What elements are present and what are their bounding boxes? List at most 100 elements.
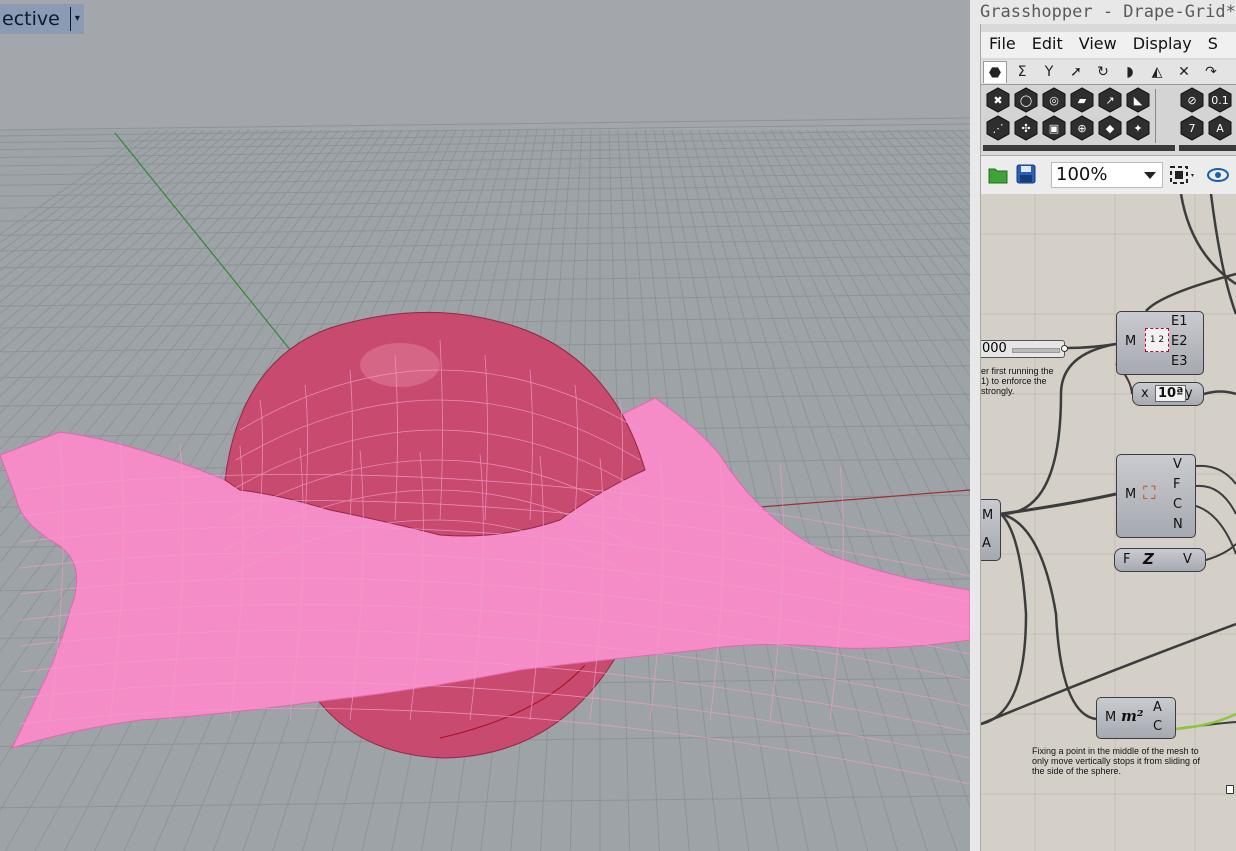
deconstruct-mesh-icon: ⛶	[1143, 483, 1156, 504]
param-curve-icon[interactable]: ◎	[1041, 87, 1067, 113]
svg-text:⊕: ⊕	[1077, 122, 1086, 135]
curve-tab-icon[interactable]: ↻	[1091, 61, 1115, 83]
svg-text:✦: ✦	[1133, 122, 1142, 135]
wire[interactable]	[1195, 464, 1236, 485]
save-file-icon[interactable]	[1015, 163, 1037, 185]
svg-text:▰: ▰	[1078, 94, 1087, 107]
output-m-label: M	[982, 508, 994, 523]
params-tab-icon[interactable]: ⬣	[983, 61, 1007, 83]
slider-output-port[interactable]	[1061, 345, 1068, 352]
zoom-dropdown[interactable]: 100%	[1051, 162, 1163, 188]
chevron-down-icon	[1144, 172, 1156, 179]
slider-track[interactable]	[1012, 348, 1060, 353]
gh-canvas[interactable]: 000 er first running the 1) to enforce t…	[981, 194, 1236, 851]
output-n-label: N	[1173, 517, 1183, 532]
component-tabs: ⬣ Σ Y ➚ ↻ ◗ ◭ ✕ ↷	[981, 60, 1236, 84]
wire[interactable]	[1000, 492, 1117, 516]
param-group-icon[interactable]: ✦	[1125, 115, 1151, 141]
svg-text:⋰: ⋰	[993, 122, 1004, 135]
param-arc-icon[interactable]: ◣	[1125, 87, 1151, 113]
param-box-icon[interactable]: ✖	[985, 87, 1011, 113]
output-v-label: V	[1183, 552, 1192, 567]
param-boolean-icon[interactable]: ⊘	[1179, 87, 1205, 113]
wire[interactable]	[1195, 505, 1236, 555]
mesh-area-icon: m²	[1121, 707, 1144, 725]
viewport-scene	[0, 0, 970, 851]
param-circle-icon[interactable]: ◯	[1013, 87, 1039, 113]
zoom-extents-icon[interactable]	[1169, 165, 1197, 185]
param-point-icon[interactable]: ⋰	[985, 115, 1011, 141]
wire[interactable]	[1195, 484, 1236, 515]
mesh-area-component[interactable]: M m² A C	[1096, 697, 1176, 739]
zoom-value: 100%	[1056, 164, 1108, 185]
output-c-label: C	[1153, 719, 1163, 734]
svg-text:✣: ✣	[1021, 122, 1030, 135]
ribbon-group-label-geometry[interactable]	[983, 145, 1175, 151]
unit-z-component[interactable]: F Z V	[1114, 548, 1206, 572]
param-number-icon[interactable]: 0.1	[1207, 87, 1233, 113]
power-icon: 10ª	[1155, 385, 1187, 402]
note-text-2: Fixing a point in the middle of the mesh…	[1032, 746, 1201, 776]
ribbon-group-label-primitive[interactable]	[1179, 145, 1236, 151]
ribbon-group-geometry: ✖ ◯ ◎ ▰ ↗ ◣ ⋰ ✣ ▣ ⊕ ◆ ✦	[985, 87, 1153, 147]
rhino-viewport[interactable]: ective ▾	[0, 0, 970, 851]
maths-tab-icon[interactable]: Σ	[1010, 61, 1034, 83]
mesh-source-component[interactable]: M A	[981, 499, 1001, 561]
output-c-label: C	[1173, 497, 1183, 512]
output-e3-label: E3	[1171, 354, 1188, 369]
svg-text:⊘: ⊘	[1187, 94, 1196, 107]
transform-tab-icon[interactable]: ↷	[1199, 61, 1223, 83]
menu-file[interactable]: File	[981, 32, 1024, 58]
svg-text:✖: ✖	[993, 94, 1002, 107]
param-integer-icon[interactable]: 7	[1179, 115, 1205, 141]
svg-text:↗: ↗	[1105, 94, 1114, 107]
output-f-label: F	[1173, 477, 1181, 492]
param-text-icon[interactable]: A	[1207, 115, 1233, 141]
svg-text:0.1: 0.1	[1211, 94, 1229, 107]
grasshopper-window: Grasshopper - Drape-Grid* File Edit View…	[970, 0, 1236, 851]
mesh-edges-component[interactable]: M 1 2 E1 E2 E3	[1116, 311, 1204, 375]
param-line-icon[interactable]: ↗	[1097, 87, 1123, 113]
param-surface-icon[interactable]: ▰	[1069, 87, 1095, 113]
param-brep-icon[interactable]: ▣	[1041, 115, 1067, 141]
input-f-label: F	[1123, 552, 1131, 567]
number-slider[interactable]: 000	[981, 340, 1065, 358]
svg-text:▣: ▣	[1049, 122, 1059, 135]
mesh-tab-icon[interactable]: ◭	[1145, 61, 1169, 83]
output-a-label: A	[982, 536, 991, 551]
output-e1-label: E1	[1171, 314, 1188, 329]
horizon-area	[0, 0, 970, 130]
svg-text:A: A	[1216, 122, 1224, 135]
slider-value: 000	[982, 341, 1007, 356]
preview-eye-icon[interactable]	[1206, 165, 1232, 185]
vector-tab-icon[interactable]: ➚	[1064, 61, 1088, 83]
wire[interactable]	[1179, 194, 1236, 286]
svg-text:7: 7	[1189, 122, 1196, 135]
param-geometry-icon[interactable]: ◆	[1097, 115, 1123, 141]
intersect-tab-icon[interactable]: ✕	[1172, 61, 1196, 83]
sphere-highlight	[360, 343, 440, 387]
menu-solution[interactable]: S	[1200, 32, 1226, 58]
param-mesh-icon[interactable]: ✣	[1013, 115, 1039, 141]
viewport-dropdown-icon[interactable]: ▾	[75, 5, 80, 33]
ribbon-group-primitive: ⊘ 0.1 7 A	[1179, 87, 1235, 147]
scroll-grip-icon[interactable]	[1226, 785, 1234, 794]
menu-view[interactable]: View	[1071, 32, 1125, 58]
power-component[interactable]: x 10ª y	[1132, 382, 1204, 406]
param-field-icon[interactable]: ⊕	[1069, 115, 1095, 141]
wire[interactable]	[1205, 543, 1236, 561]
x-axis-line	[759, 489, 970, 508]
open-file-icon[interactable]	[987, 163, 1009, 185]
wire[interactable]	[1209, 194, 1236, 315]
menu-display[interactable]: Display	[1125, 32, 1200, 58]
viewport-label[interactable]: ective ▾	[0, 4, 84, 34]
surface-tab-icon[interactable]: ◗	[1118, 61, 1142, 83]
wire[interactable]	[1145, 272, 1236, 312]
menu-edit[interactable]: Edit	[1024, 32, 1071, 58]
sets-tab-icon[interactable]: Y	[1037, 61, 1061, 83]
output-v-label: V	[1173, 457, 1182, 472]
input-m-label: M	[1125, 334, 1137, 349]
deconstruct-mesh-component[interactable]: M ⛶ V F C N	[1116, 454, 1196, 538]
output-a-label: A	[1153, 700, 1162, 715]
component-ribbon: ✖ ◯ ◎ ▰ ↗ ◣ ⋰ ✣ ▣ ⊕ ◆ ✦ ⊘ 0.1 7 A	[981, 84, 1236, 151]
